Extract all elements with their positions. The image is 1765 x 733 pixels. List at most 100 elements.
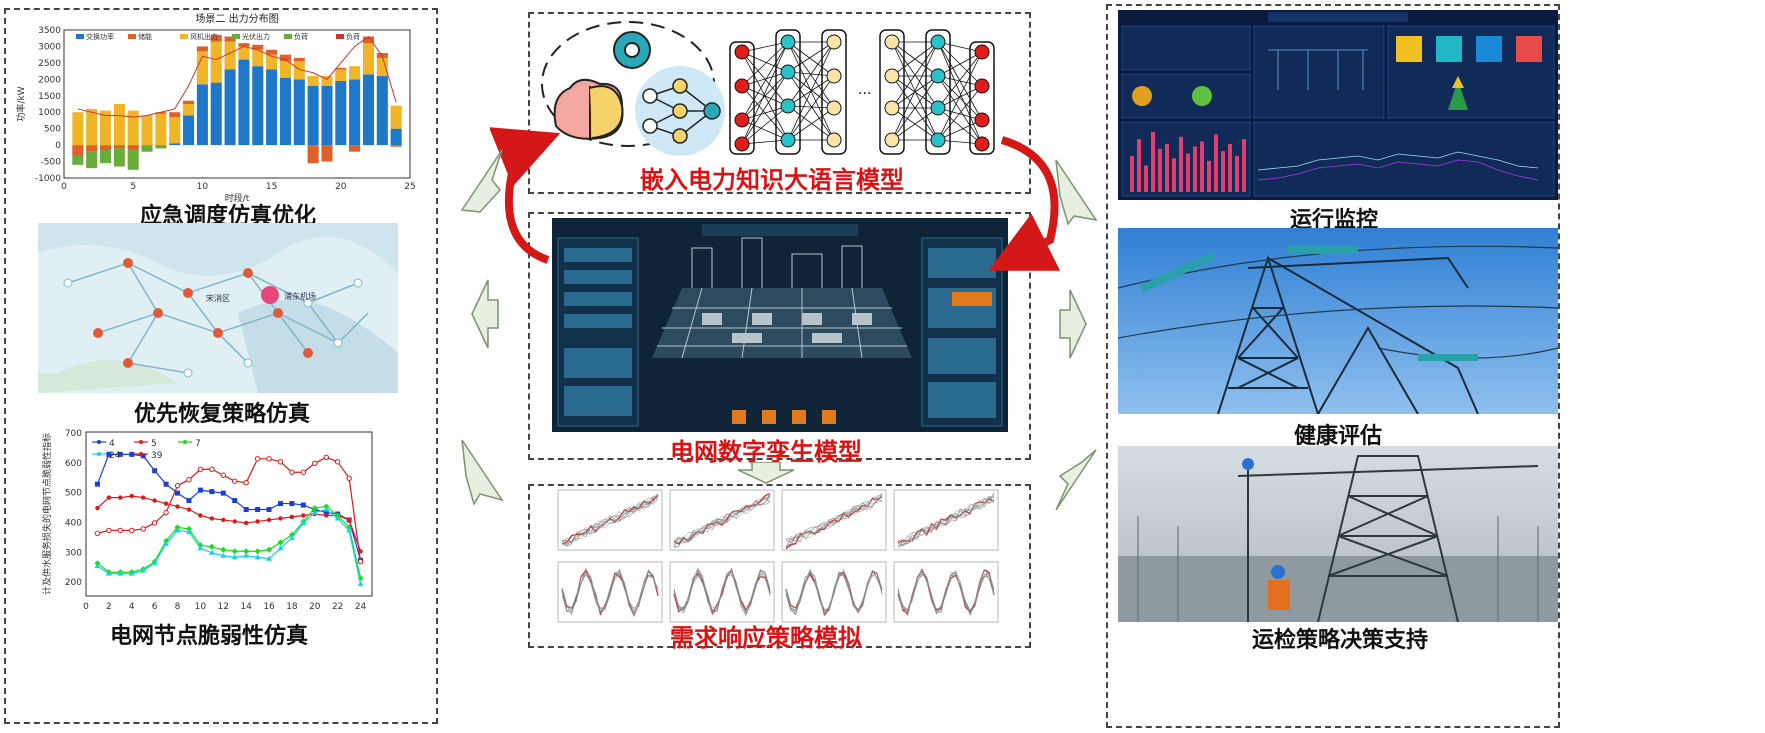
x-tick-label: 10 [195,602,207,612]
data-point [152,468,158,474]
x-tick-label: 4 [129,602,135,612]
legend-label: 5 [151,439,157,449]
x-tick-label: 20 [309,602,321,612]
data-point [289,514,295,520]
caption-maintenance: 运检策略决策支持 [1252,628,1429,653]
data-point [266,517,272,523]
bar-segment [335,69,347,81]
data-point [243,479,249,486]
legend-marker [183,440,187,444]
data-point [163,509,169,516]
bar-segment [72,154,84,165]
y-tick-label: 500 [65,489,82,499]
maintenance-photo [1118,446,1558,622]
data-point [300,469,307,475]
y-tick-label: 3000 [38,42,61,52]
x-tick-label: 18 [286,602,298,612]
data-point [324,513,329,518]
data-point [129,493,134,499]
bar-segment [86,145,98,152]
monitor-bar [1158,148,1162,192]
bar-segment [169,112,181,118]
data-point [174,482,181,489]
legend-label: 24 [109,451,121,461]
legend-label: 负荷 [346,32,360,41]
x-tick-label: 8 [175,602,181,612]
demand-response-plots [557,489,999,623]
data-point [232,478,238,484]
bar-segment [349,66,361,80]
bar-segment [183,100,195,104]
data-point [254,456,261,462]
legend-label: 负荷 [294,32,308,41]
legend-label: 39 [151,451,163,461]
data-point [278,516,283,521]
data-point [197,466,204,472]
y-tick-label: -1000 [35,174,61,184]
bar-segment [362,74,375,146]
series-line [97,456,362,562]
bar-segment [252,49,264,67]
arrow-up-left-icon [460,149,503,213]
x-tick-label: 10 [197,182,209,192]
bar-segment [99,150,112,164]
map-label-2: 浦东机场 [284,291,316,301]
monitor-bar [1228,144,1232,192]
data-point [186,498,192,504]
data-point [346,517,352,523]
arrow-down-right-icon [1055,159,1098,226]
bar-segment [376,57,388,77]
map-label-1: 宋消区 [206,293,230,303]
y-tick-label: -500 [41,158,62,168]
bar-segment [362,43,375,75]
y-tick-label: 1500 [38,92,61,102]
monitor-bar [1137,139,1141,192]
data-point [289,469,295,475]
bar-segment [183,104,195,116]
monitor-bar [1130,156,1134,192]
arrow-right-icon [1059,289,1087,359]
legend-swatch [232,34,240,39]
legend-swatch [76,34,84,39]
x-tick-label: 22 [332,602,343,612]
bar-segment [155,113,167,146]
data-point [140,526,146,532]
x-tick-label: 0 [83,602,89,612]
data-point [118,495,123,500]
x-tick-label: 16 [263,602,275,612]
legend-label: 交换功率 [86,32,114,41]
data-point [266,456,272,462]
node-vulnerability-chart: 2003004005006007000 2 4 6 8 10 12 14 16 18 20 22 24计… [41,429,373,612]
x-tick-label: 0 [61,182,67,192]
data-point [266,546,273,553]
data-point [129,527,135,534]
monitor-bar [1214,134,1218,192]
bar-segment [390,128,402,146]
bar-segment [252,66,264,146]
bar-segment [210,82,222,146]
data-point [209,489,215,495]
bar-segment [72,112,84,146]
bar-segment [72,145,84,155]
bar-segment [183,115,195,146]
x-tick-label: 24 [355,602,367,612]
bar-segment [279,77,291,146]
bar-segment [196,46,208,52]
monitor-bar [1242,139,1246,192]
bar-segment [349,79,361,146]
data-point [266,507,272,513]
legend-label: 风机出力 [190,32,218,41]
bar-segment [113,104,125,146]
data-point [94,481,100,487]
bar-segment [169,117,181,144]
data-point [232,519,237,524]
bar-segment [307,145,319,164]
y-tick-label: 1000 [38,108,61,118]
y-axis-label: 计及供水服务损失的电网节点脆弱性指标 [41,433,53,595]
data-point [106,527,112,534]
x-tick-label: 2 [106,602,112,612]
nn-ellipsis: ··· [858,86,871,102]
restoration-map: 宋消区 浦东机场 [38,223,398,393]
x-tick-label: 15 [266,182,277,192]
y-tick-label: 500 [44,125,61,135]
